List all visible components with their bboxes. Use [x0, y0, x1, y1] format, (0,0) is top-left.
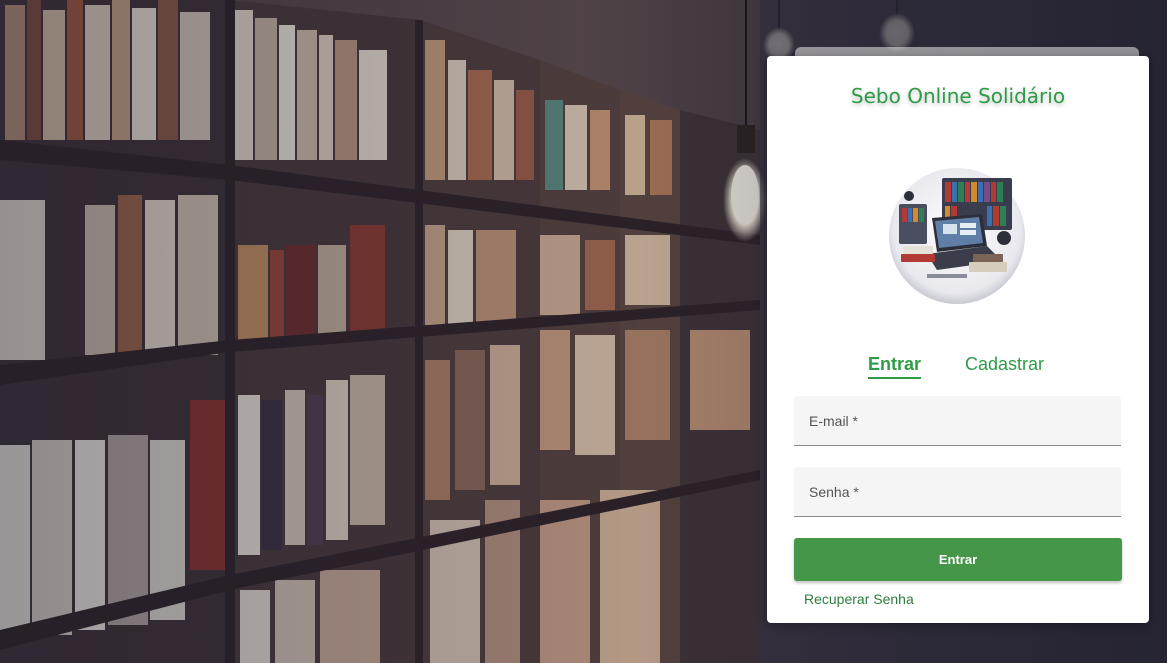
bookstore-laptop-icon: [889, 168, 1025, 304]
email-input[interactable]: [794, 396, 1121, 445]
login-card: Sebo Online Solidário Entrar Cadastrar E…: [767, 56, 1149, 623]
tab-login[interactable]: Entrar: [868, 354, 922, 379]
password-input[interactable]: [794, 467, 1121, 516]
password-field[interactable]: Senha *: [794, 467, 1121, 517]
auth-tabs: Entrar Cadastrar: [767, 354, 1149, 384]
login-button[interactable]: Entrar: [794, 538, 1122, 581]
tab-register[interactable]: Cadastrar: [965, 354, 1044, 375]
login-page: Sebo Online Solidário Entrar Cadastrar E…: [0, 0, 1167, 663]
recover-password-link[interactable]: Recuperar Senha: [804, 591, 914, 607]
email-field[interactable]: E-mail *: [794, 396, 1121, 446]
page-title: Sebo Online Solidário: [850, 84, 1066, 108]
